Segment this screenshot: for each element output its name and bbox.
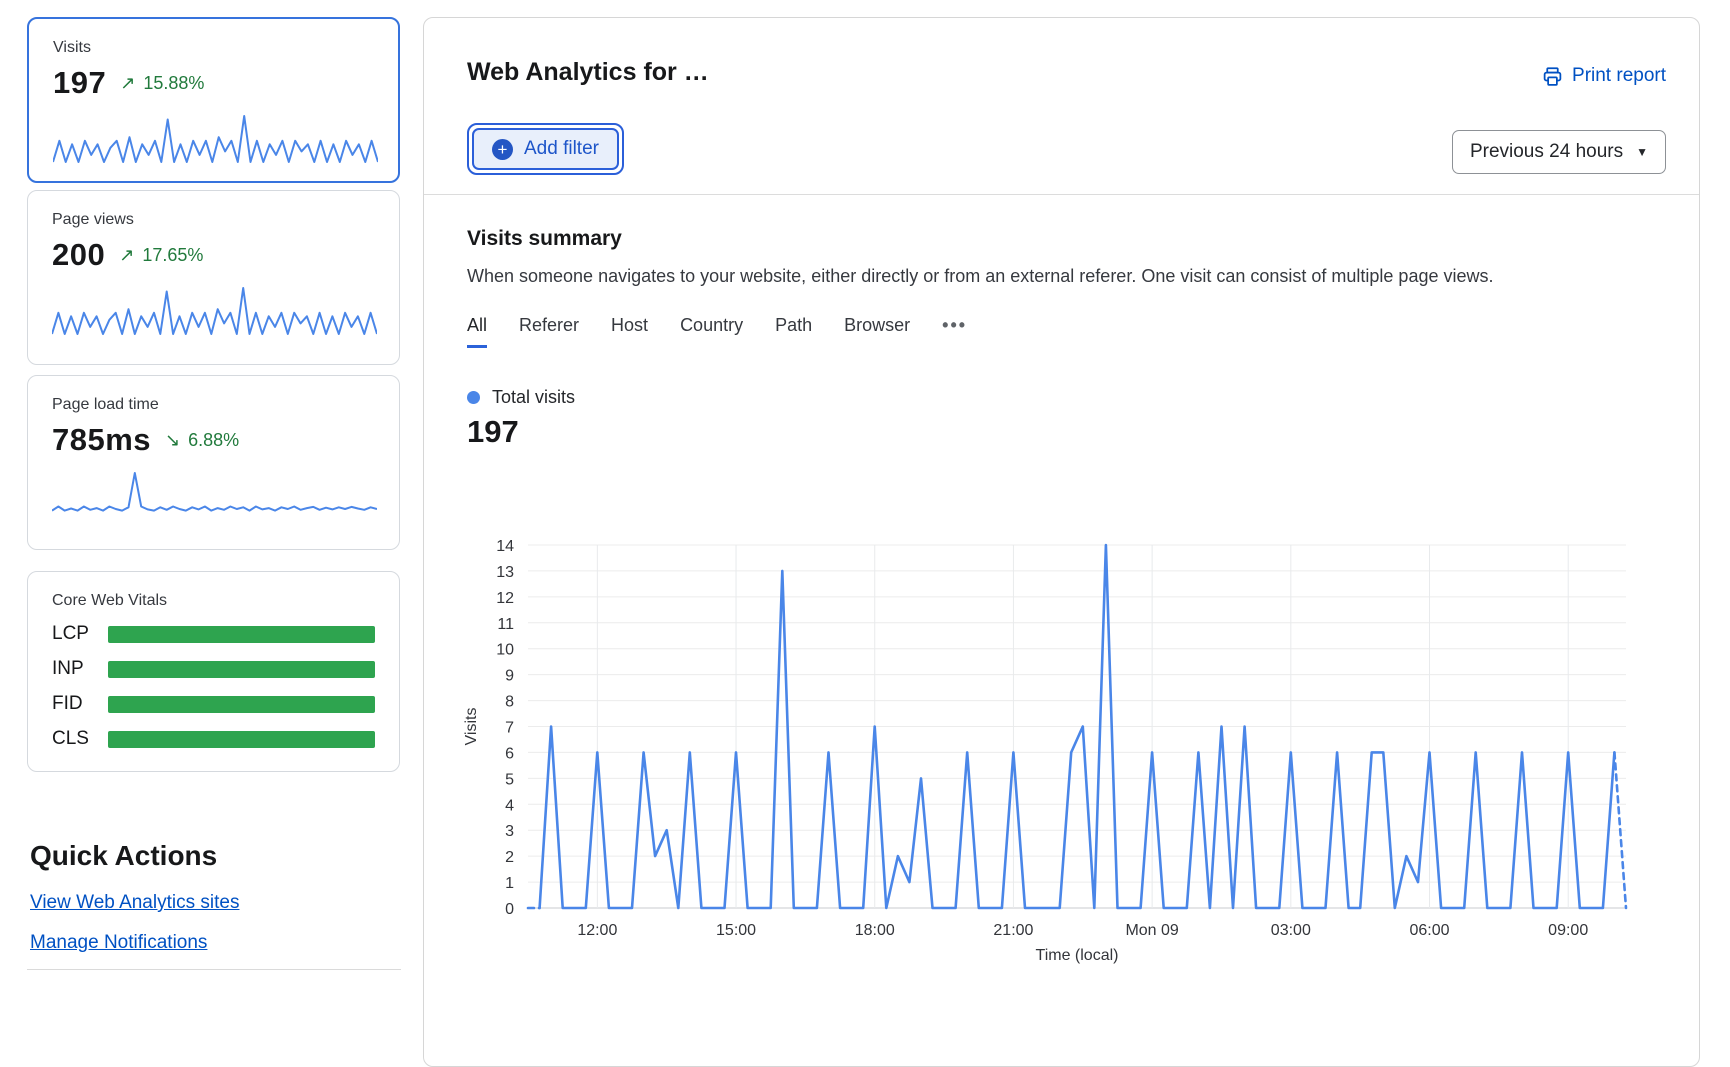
core-web-vitals-rows: LCP INP FID CLS (52, 623, 375, 750)
cwv-bar-lcp (108, 626, 375, 643)
y-axis-tick-label: 9 (505, 668, 514, 685)
visits-summary-description: When someone navigates to your website, … (467, 266, 1493, 287)
card-label: Core Web Vitals (52, 592, 375, 610)
chevron-down-icon: ▼ (1636, 145, 1648, 159)
delta-percent: 6.88% (188, 430, 239, 451)
y-axis-tick-label: 6 (505, 745, 514, 762)
y-axis-tick-label: 12 (496, 590, 514, 607)
x-axis-tick-label: 15:00 (716, 922, 756, 939)
more-tabs-icon[interactable]: ••• (942, 315, 967, 348)
cwv-row-fid: FID (52, 693, 375, 715)
tab-country[interactable]: Country (680, 315, 743, 348)
trend-up-icon: ↗ (119, 245, 134, 266)
dimension-tabs: All Referer Host Country Path Browser ••• (467, 315, 967, 348)
y-axis-tick-label: 7 (505, 720, 514, 737)
y-axis-tick-label: 3 (505, 823, 514, 840)
card-label: Page views (52, 211, 375, 229)
page-views-delta: ↗ 17.65% (119, 245, 203, 266)
printer-icon (1542, 66, 1563, 87)
add-filter-button[interactable]: + Add filter (467, 123, 624, 175)
print-report-link[interactable]: Print report (1542, 65, 1666, 87)
trend-down-icon: ↘ (165, 430, 180, 451)
visits-summary-title: Visits summary (467, 227, 622, 251)
visits-sparkline (53, 113, 378, 165)
page-views-metric-card[interactable]: Page views 200 ↗ 17.65% (27, 190, 400, 365)
x-axis-tick-label: 09:00 (1548, 922, 1588, 939)
x-axis-title: Time (local) (1036, 947, 1119, 964)
view-web-analytics-sites-link[interactable]: View Web Analytics sites (30, 892, 239, 914)
y-axis-tick-label: 11 (497, 616, 514, 633)
y-axis-tick-label: 14 (496, 538, 514, 555)
cwv-row-inp: INP (52, 658, 375, 680)
legend-dot-icon (467, 391, 480, 404)
y-axis-tick-label: 13 (496, 564, 514, 581)
cwv-metric-label: INP (52, 658, 108, 680)
core-web-vitals-card[interactable]: Core Web Vitals LCP INP FID CLS (27, 571, 400, 772)
header-divider (424, 194, 1699, 195)
card-label: Page load time (52, 396, 375, 414)
x-axis-tick-label: 18:00 (855, 922, 895, 939)
tab-path[interactable]: Path (775, 315, 812, 348)
total-visits-value: 197 (467, 414, 519, 450)
y-axis-tick-label: 1 (505, 875, 514, 892)
tab-browser[interactable]: Browser (844, 315, 910, 348)
analytics-panel: Web Analytics for … Print report + Add f… (423, 17, 1700, 1067)
cwv-row-cls: CLS (52, 728, 375, 750)
chart-gridlines (528, 545, 1626, 908)
x-axis-tick-label: 06:00 (1409, 922, 1449, 939)
y-axis-tick-label: 0 (505, 901, 514, 918)
card-label: Visits (53, 39, 374, 57)
delta-percent: 17.65% (142, 245, 203, 266)
visits-delta: ↗ 15.88% (120, 73, 204, 94)
visits-value: 197 (53, 65, 106, 101)
tab-host[interactable]: Host (611, 315, 648, 348)
visits-line-chart: 0123456789101112131412:0015:0018:0021:00… (456, 531, 1676, 976)
x-axis-tick-label: 12:00 (577, 922, 617, 939)
quick-actions-title: Quick Actions (30, 840, 217, 872)
y-axis-tick-label: 2 (505, 849, 514, 866)
cwv-metric-label: CLS (52, 728, 108, 750)
cwv-metric-label: LCP (52, 623, 108, 645)
page-load-time-delta: ↘ 6.88% (165, 430, 239, 451)
cwv-bar-inp (108, 661, 375, 678)
x-axis-tick-label: 03:00 (1271, 922, 1311, 939)
x-axis-tick-label: Mon 09 (1125, 922, 1178, 939)
y-axis-tick-label: 10 (496, 642, 514, 659)
y-axis-tick-label: 8 (505, 694, 514, 711)
trend-up-icon: ↗ (120, 73, 135, 94)
cwv-bar-cls (108, 731, 375, 748)
plus-circle-icon: + (492, 139, 513, 160)
visits-metric-card[interactable]: Visits 197 ↗ 15.88% (27, 17, 400, 183)
page-load-time-sparkline (52, 470, 377, 522)
page-title: Web Analytics for … (467, 58, 709, 87)
y-axis-tick-label: 4 (505, 797, 514, 814)
x-axis-tick-label: 21:00 (993, 922, 1033, 939)
tab-all[interactable]: All (467, 315, 487, 348)
tab-referer[interactable]: Referer (519, 315, 579, 348)
manage-notifications-link[interactable]: Manage Notifications (30, 932, 207, 954)
print-report-label: Print report (1572, 65, 1666, 87)
page-views-sparkline (52, 285, 377, 337)
legend-label: Total visits (492, 387, 575, 408)
page-views-value: 200 (52, 237, 105, 273)
y-axis-title: Visits (463, 708, 480, 746)
time-range-dropdown[interactable]: Previous 24 hours ▼ (1452, 130, 1666, 174)
sidebar-divider (27, 969, 401, 970)
time-range-value: Previous 24 hours (1470, 141, 1623, 163)
cwv-row-lcp: LCP (52, 623, 375, 645)
page-load-time-metric-card[interactable]: Page load time 785ms ↘ 6.88% (27, 375, 400, 550)
y-axis-tick-label: 5 (505, 771, 514, 788)
page-load-time-value: 785ms (52, 422, 151, 458)
delta-percent: 15.88% (143, 73, 204, 94)
cwv-metric-label: FID (52, 693, 108, 715)
add-filter-label: Add filter (524, 138, 599, 160)
chart-legend: Total visits (467, 387, 575, 408)
cwv-bar-fid (108, 696, 375, 713)
